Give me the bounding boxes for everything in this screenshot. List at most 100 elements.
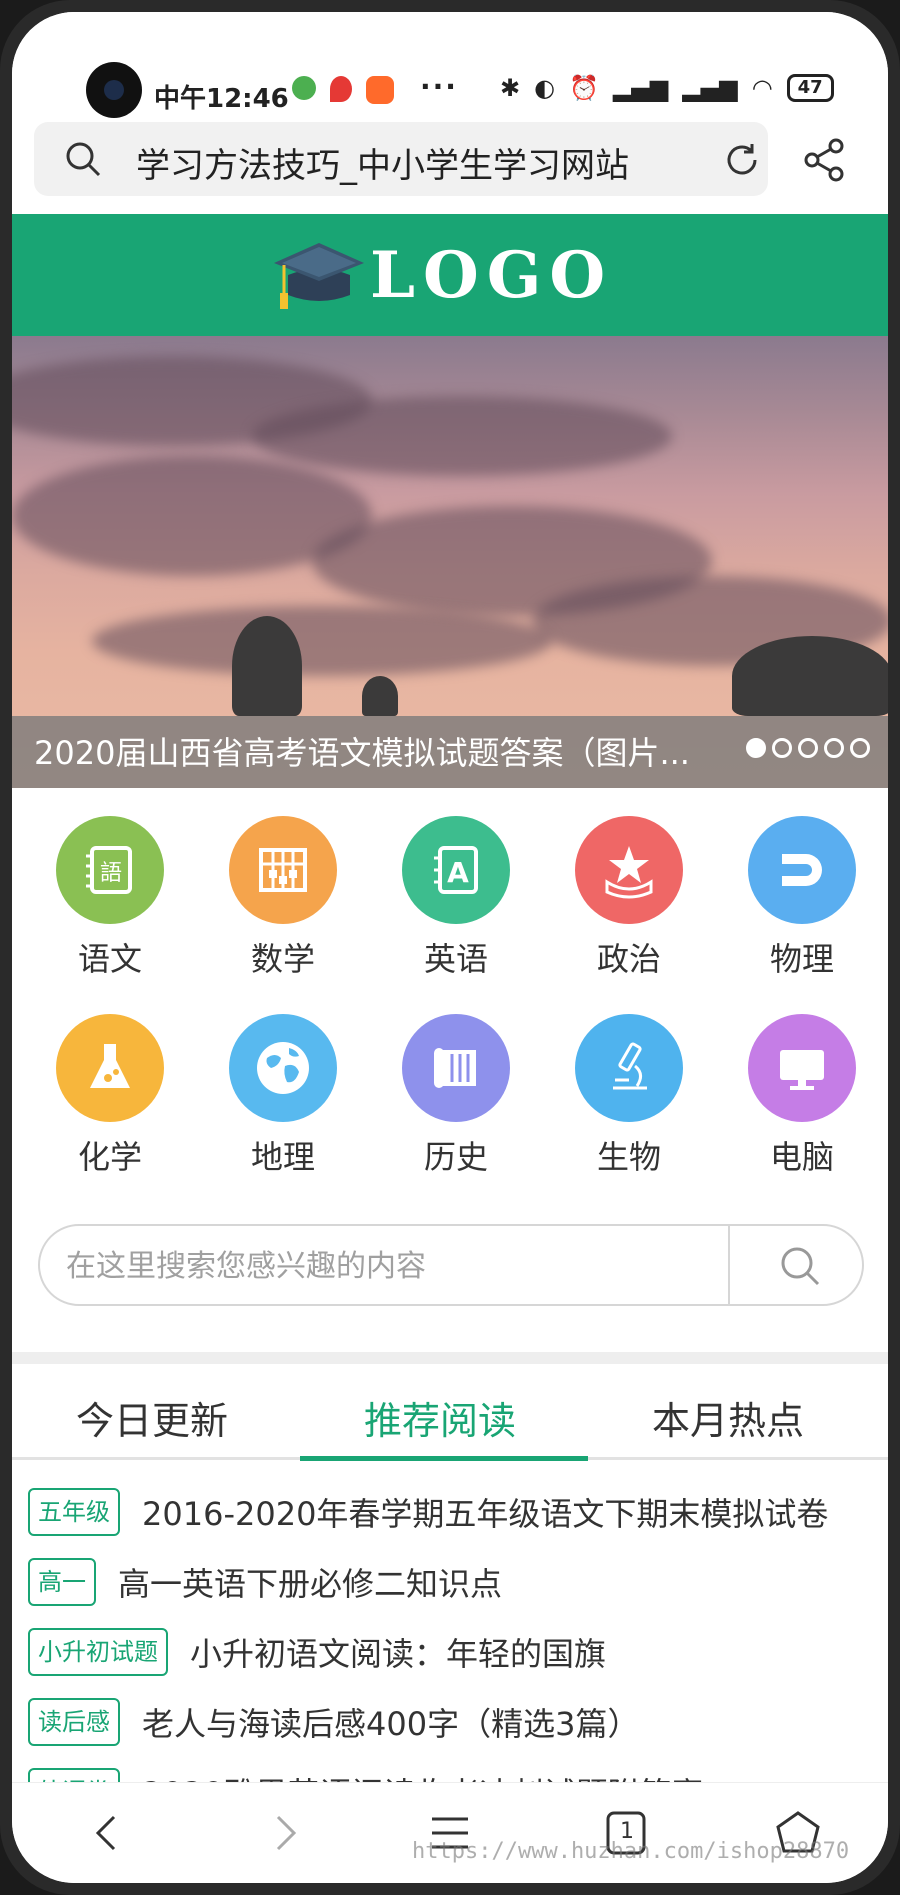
front-camera	[86, 62, 142, 118]
battery-indicator: 47	[786, 74, 834, 102]
carousel-dot[interactable]	[746, 738, 766, 758]
chinese-icon: 語	[56, 816, 164, 924]
graduation-cap-icon	[274, 243, 364, 309]
banner-caption[interactable]: 2020届山西省高考语文模拟试题答案（图片...	[12, 716, 888, 788]
tab-monthly-hot[interactable]: 本月热点	[652, 1390, 804, 1445]
notification-icons	[292, 76, 394, 104]
tab-recommended[interactable]: 推荐阅读	[364, 1390, 516, 1445]
article-title[interactable]: 小升初语文阅读：年轻的国旗	[190, 1629, 606, 1675]
status-time: 中午12:46	[154, 84, 289, 114]
refresh-icon[interactable]	[722, 140, 762, 180]
flask-icon	[56, 1014, 164, 1122]
grade-tag[interactable]: 读后感	[28, 1698, 120, 1746]
wifi-icon: ◠	[751, 74, 773, 102]
bluetooth-icon: ✱	[500, 74, 521, 102]
monitor-icon	[748, 1014, 856, 1122]
tab-today[interactable]: 今日更新	[76, 1390, 228, 1445]
grade-tag[interactable]: 高一	[28, 1558, 96, 1606]
article-title[interactable]: 老人与海读后感400字（精选3篇）	[142, 1699, 639, 1745]
search-divider	[728, 1226, 730, 1304]
category-label: 语文	[77, 940, 142, 978]
article-title[interactable]: 2016-2020年春学期五年级语文下期末模拟试卷	[142, 1489, 828, 1535]
magnet-icon	[748, 816, 856, 924]
banner-carousel[interactable]: 2020届山西省高考语文模拟试题答案（图片...	[12, 336, 888, 788]
share-icon[interactable]	[802, 138, 846, 182]
page-title[interactable]: 学习方法技巧_中小学生学习网站	[136, 138, 629, 187]
search-icon[interactable]	[778, 1244, 822, 1288]
star-icon	[575, 816, 683, 924]
alarm-icon: ⏰	[569, 74, 599, 102]
carousel-dot[interactable]	[824, 738, 844, 758]
cloud	[252, 396, 672, 476]
svg-text:語: 語	[100, 861, 122, 886]
screen: 中午12:46 ··· ✱ ◐ ⏰ ▂▄▆ ▂▄▆ ◠ 47 学习方法技巧_中小…	[12, 12, 888, 1883]
globe-icon	[229, 1014, 337, 1122]
site-header: LOGO	[12, 214, 888, 336]
carousel-dot[interactable]	[850, 738, 870, 758]
list-item[interactable]: 高一 高一英语下册必修二知识点	[28, 1556, 502, 1608]
toggle-icon: ◐	[534, 74, 556, 102]
site-search	[38, 1224, 864, 1306]
category-label: 历史	[423, 1138, 488, 1176]
active-tab-indicator	[300, 1456, 588, 1461]
category-label: 地理	[250, 1138, 315, 1176]
category-grid: 語 语文 数学 A 英语 政治 物理 化学 地理 历史 生物 电脑	[12, 802, 888, 1202]
category-computer[interactable]: 电脑	[732, 1014, 872, 1178]
tree	[232, 616, 302, 716]
svg-text:A: A	[447, 856, 469, 889]
more-notifications-icon: ···	[420, 70, 458, 103]
section-divider	[12, 1352, 888, 1364]
signal2-icon: ▂▄▆	[682, 74, 738, 102]
category-physics[interactable]: 物理	[732, 816, 872, 980]
grade-tag[interactable]: 小升初试题	[28, 1628, 168, 1676]
microscope-icon	[575, 1014, 683, 1122]
category-label: 数学	[250, 940, 315, 978]
category-biology[interactable]: 生物	[559, 1014, 699, 1178]
status-bar: 中午12:46 ··· ✱ ◐ ⏰ ▂▄▆ ▂▄▆ ◠ 47	[12, 12, 888, 120]
abacus-icon	[229, 816, 337, 924]
grade-tag[interactable]: 五年级	[28, 1488, 120, 1536]
category-math[interactable]: 数学	[213, 816, 353, 980]
category-chinese[interactable]: 語 语文	[40, 816, 180, 980]
category-label: 生物	[596, 1138, 661, 1176]
tree	[732, 636, 888, 716]
watermark: https://www.huzhan.com/ishop28870	[412, 1839, 850, 1864]
article-tabs: 今日更新 推荐阅读 本月热点	[12, 1364, 888, 1461]
category-chemistry[interactable]: 化学	[40, 1014, 180, 1178]
search-input[interactable]	[66, 1242, 586, 1290]
scroll-icon	[402, 1014, 510, 1122]
category-label: 电脑	[769, 1138, 834, 1176]
category-history[interactable]: 历史	[386, 1014, 526, 1178]
site-logo[interactable]: LOGO	[274, 232, 613, 318]
list-item[interactable]: 读后感 老人与海读后感400字（精选3篇）	[28, 1696, 639, 1748]
article-title[interactable]: 高一英语下册必修二知识点	[118, 1559, 502, 1605]
system-status: ✱ ◐ ⏰ ▂▄▆ ▂▄▆ ◠ 47	[500, 74, 834, 102]
category-label: 英语	[423, 940, 488, 978]
logo-text: LOGO	[370, 237, 614, 313]
category-label: 政治	[596, 940, 661, 978]
carousel-dot[interactable]	[772, 738, 792, 758]
category-label: 物理	[769, 940, 834, 978]
cloud	[92, 606, 552, 676]
phone-frame: 中午12:46 ··· ✱ ◐ ⏰ ▂▄▆ ▂▄▆ ◠ 47 学习方法技巧_中小…	[0, 0, 900, 1895]
list-item[interactable]: 小升初试题 小升初语文阅读：年轻的国旗	[28, 1626, 606, 1678]
map-notification-icon	[330, 76, 352, 102]
category-politics[interactable]: 政治	[559, 816, 699, 980]
carousel-indicator	[746, 738, 870, 758]
list-item[interactable]: 五年级 2016-2020年春学期五年级语文下期末模拟试卷	[28, 1486, 828, 1538]
search-icon	[66, 142, 101, 177]
signal-icon: ▂▄▆	[612, 74, 669, 102]
browser-bottom-bar: 1 https://www.huzhan.com/ishop28870	[12, 1782, 888, 1883]
category-label: 化学	[77, 1138, 142, 1176]
banner-caption-text: 2020届山西省高考语文模拟试题答案（图片...	[34, 734, 690, 772]
tree	[362, 676, 398, 716]
carousel-dot[interactable]	[798, 738, 818, 758]
taobao-notification-icon	[366, 76, 394, 104]
forward-icon[interactable]	[258, 1807, 310, 1859]
english-icon: A	[402, 816, 510, 924]
back-icon[interactable]	[82, 1807, 134, 1859]
app-notification-icon	[292, 76, 316, 100]
category-english[interactable]: A 英语	[386, 816, 526, 980]
category-geography[interactable]: 地理	[213, 1014, 353, 1178]
address-bar[interactable]: 学习方法技巧_中小学生学习网站	[34, 122, 768, 196]
